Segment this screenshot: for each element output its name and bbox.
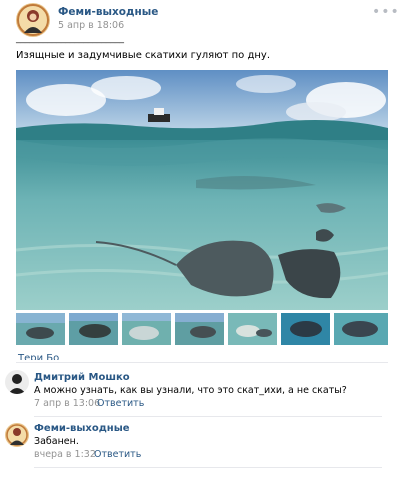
comment-text: Забанен. [34, 436, 79, 447]
reply-button[interactable]: Ответить [97, 398, 144, 409]
comment-author-name[interactable]: Дмитрий Мошко [34, 372, 130, 383]
photo-thumbnail[interactable] [228, 313, 277, 345]
photo-thumbnail[interactable] [334, 313, 388, 345]
comment-text: А можно узнать, как вы узнали, что это с… [34, 385, 347, 396]
comment-date[interactable]: вчера в 1:32 [34, 449, 96, 460]
comment-divider [34, 467, 382, 468]
post-main-photo[interactable] [16, 70, 388, 310]
comment-author-avatar[interactable] [5, 423, 29, 447]
more-dots-icon[interactable]: ••• [372, 4, 400, 20]
comment-author-name[interactable]: Феми-выходные [34, 423, 130, 434]
post-date[interactable]: 5 апр в 18:06 [58, 20, 124, 31]
photo-thumbnail[interactable] [175, 313, 224, 345]
comment-divider [34, 416, 382, 417]
post-author-avatar[interactable] [16, 3, 50, 37]
post-author-name[interactable]: Феми-выходные [58, 6, 158, 18]
comment-author-avatar[interactable] [5, 370, 29, 394]
photo-thumbnail[interactable] [16, 313, 65, 345]
photo-thumbnail[interactable] [122, 313, 171, 345]
comment-date[interactable]: 7 апр в 13:06 [34, 398, 100, 409]
comments-divider [16, 362, 388, 363]
reply-button[interactable]: Ответить [94, 449, 141, 460]
post-separator: ________________________ [16, 34, 124, 44]
photo-thumbnail[interactable] [281, 313, 330, 345]
photo-thumbnail[interactable] [69, 313, 118, 345]
post-text: Изящные и задумчивые скатихи гуляют по д… [16, 50, 270, 61]
